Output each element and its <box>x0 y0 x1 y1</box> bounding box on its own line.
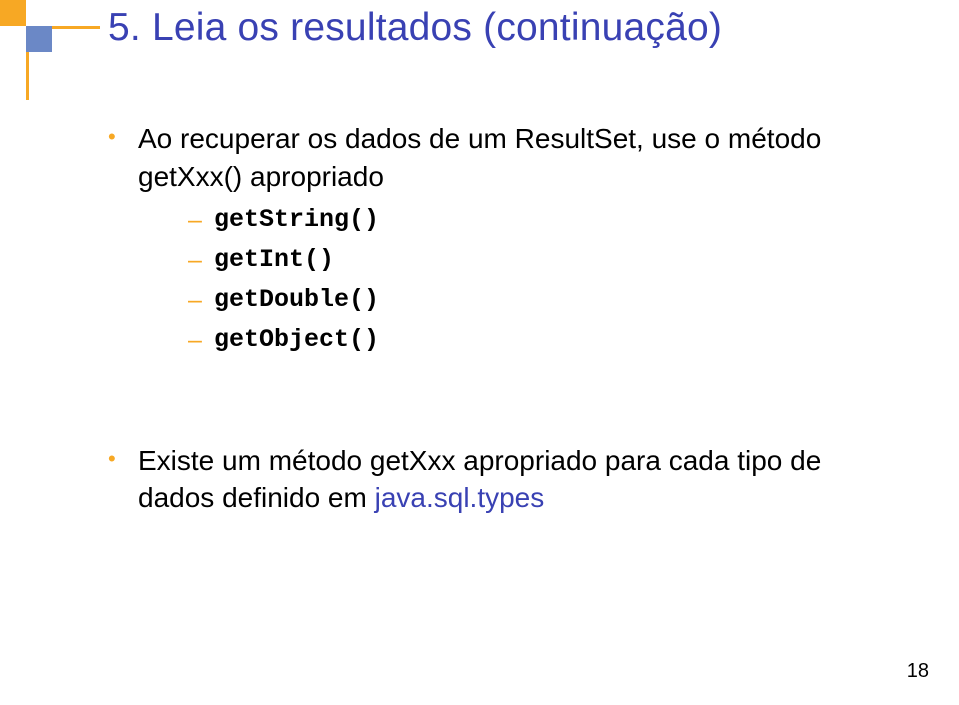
intro-line2: getXxx() apropriado <box>138 161 384 192</box>
method-getstring: getString() <box>188 200 888 240</box>
corner-orange-vline <box>26 52 29 100</box>
page-number: 18 <box>907 660 929 683</box>
slide-content: Ao recuperar os dados de um ResultSet, u… <box>108 120 888 523</box>
method-sublist: getString() getInt() getDouble() getObje… <box>188 200 888 360</box>
bullet-note: Existe um método getXxx apropriado para … <box>108 442 888 518</box>
corner-orange-block <box>0 0 26 26</box>
corner-orange-hline <box>52 26 100 29</box>
method-getdouble: getDouble() <box>188 280 888 320</box>
note-link: java.sql.types <box>375 482 545 513</box>
method-getobject: getObject() <box>188 320 888 360</box>
bullet-intro: Ao recuperar os dados de um ResultSet, u… <box>108 120 888 360</box>
method-getint: getInt() <box>188 240 888 280</box>
corner-blue-block <box>26 26 52 52</box>
intro-line1: Ao recuperar os dados de um ResultSet, u… <box>138 123 821 154</box>
slide-title: 5. Leia os resultados (continuação) <box>108 6 722 50</box>
